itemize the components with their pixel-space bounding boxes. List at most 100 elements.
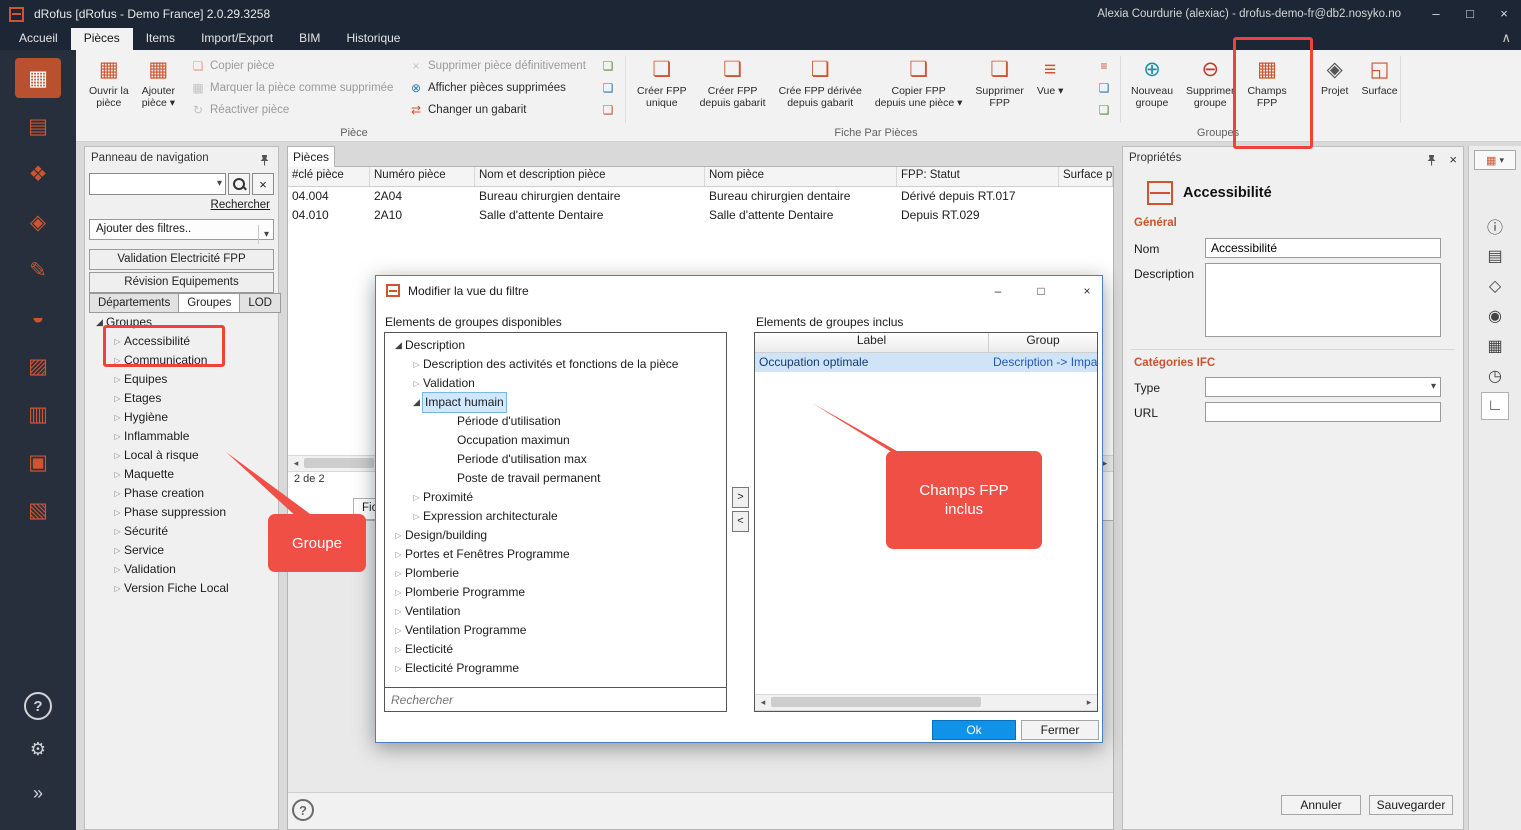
tree-expand-icon[interactable] (392, 545, 405, 564)
tree-expand-icon[interactable] (111, 560, 124, 579)
finance-module-icon[interactable]: ◒ (15, 298, 61, 338)
tab-pieces[interactable]: Pièces (287, 146, 335, 167)
included-row[interactable]: Occupation optimale Description -> Impa (755, 353, 1097, 372)
rooms-module-icon[interactable]: ▦ (15, 58, 61, 98)
fermer-button[interactable]: Fermer (1021, 720, 1099, 740)
reactivate-room-button[interactable]: ↻ Réactiver pièce (188, 100, 396, 120)
menu-tab-import-export[interactable]: Import/Export (188, 28, 286, 50)
maximize-button[interactable]: □ (1024, 276, 1058, 306)
dialog-tree-item[interactable]: Portes et Fenêtres Programme (386, 545, 725, 564)
delete-group-button[interactable]: ⊖ Supprimer groupe (1181, 53, 1239, 111)
image-icon[interactable]: ◉ (1481, 302, 1509, 330)
tree-expand-icon[interactable] (111, 389, 124, 408)
scroll-right-icon[interactable]: ▸ (1082, 696, 1096, 708)
search-link[interactable]: Rechercher (211, 199, 270, 211)
dialog-tree-item[interactable]: Design/building (386, 526, 725, 545)
tree-expand-icon[interactable] (410, 488, 423, 507)
column-header[interactable]: Surface pro (1059, 167, 1113, 186)
new-group-button[interactable]: ⊕ Nouveau groupe (1126, 53, 1178, 111)
measure-icon[interactable]: ∟ (1481, 392, 1509, 420)
scroll-left-icon[interactable]: ◂ (756, 696, 770, 708)
tree-expand-icon[interactable] (392, 526, 405, 545)
report-icon[interactable]: ▦ (1481, 332, 1509, 360)
tree-expand-icon[interactable] (410, 507, 423, 526)
documents-module-icon[interactable]: ▧ (15, 490, 61, 530)
add-filters-button[interactable]: Ajouter des filtres.. ▾ (89, 219, 274, 240)
packages-module-icon[interactable]: ▣ (15, 442, 61, 482)
tree-item[interactable]: Equipes (87, 370, 276, 389)
horizontal-scrollbar[interactable]: ◂ ▸ (755, 694, 1097, 711)
help-icon[interactable]: ? (292, 799, 314, 821)
dialog-tree-item[interactable]: Proximité (386, 488, 725, 507)
scrollbar-thumb[interactable] (771, 697, 981, 707)
dialog-tree-item[interactable]: Poste de travail permanent (386, 469, 725, 488)
surface-button[interactable]: ◱ Surface (1356, 53, 1402, 99)
tree-expand-icon[interactable] (410, 374, 423, 393)
search-input[interactable]: ▾ (89, 173, 226, 195)
tree-expand-icon[interactable] (111, 465, 124, 484)
attachments-module-icon[interactable]: ✎ (15, 250, 61, 290)
dialog-tree-item[interactable]: Validation (386, 374, 725, 393)
dialog-tree-item[interactable]: Plomberie Programme (386, 583, 725, 602)
change-template-button[interactable]: ⇄ Changer un gabarit (406, 100, 589, 120)
menu-tab-items[interactable]: Items (133, 28, 188, 50)
view-mode-button[interactable]: ▦ ▾ (1474, 150, 1516, 170)
type-select[interactable]: ▾ (1205, 377, 1441, 397)
tree-expand-icon[interactable] (392, 640, 405, 659)
tab-lod[interactable]: LOD (239, 293, 281, 313)
dialog-tree-item[interactable]: Expression architecturale (386, 507, 725, 526)
show-deleted-rooms-button[interactable]: ⊗ Afficher pièces supprimées (406, 78, 589, 98)
room-tool-3-button[interactable]: ❏ (598, 100, 618, 120)
maximize-button[interactable]: □ (1453, 0, 1487, 28)
minimize-button[interactable]: – (981, 276, 1015, 306)
buildings-module-icon[interactable]: ▥ (15, 394, 61, 434)
minimize-button[interactable]: – (1419, 0, 1453, 28)
tree-expand-icon[interactable] (111, 522, 124, 541)
room-tool-2-button[interactable]: ❏ (598, 78, 618, 98)
dialog-tree-item[interactable]: Ventilation (386, 602, 725, 621)
fpp-tool-3-button[interactable]: ❏ (1094, 100, 1114, 120)
pin-icon[interactable] (1426, 152, 1437, 174)
search-button[interactable] (228, 173, 250, 195)
history-icon[interactable]: ◷ (1481, 362, 1509, 390)
dialog-tree-item[interactable]: Ventilation Programme (386, 621, 725, 640)
fpp-tool-2-button[interactable]: ❏ (1094, 78, 1114, 98)
tree-expand-icon[interactable] (111, 484, 124, 503)
tree-expand-icon[interactable] (392, 659, 405, 678)
column-header[interactable]: Label (755, 333, 989, 352)
menu-tab-accueil[interactable]: Accueil (6, 28, 71, 50)
dialog-tree-item[interactable]: Occupation maximun (386, 431, 725, 450)
model-icon[interactable]: ◇ (1481, 272, 1509, 300)
dialog-tree-item[interactable]: Description (386, 336, 725, 355)
products-module-icon[interactable]: ❖ (15, 154, 61, 194)
column-header[interactable]: Group (989, 333, 1097, 352)
tree-expand-icon[interactable] (111, 503, 124, 522)
close-button[interactable]: × (1487, 0, 1521, 28)
logistics-module-icon[interactable]: ▨ (15, 346, 61, 386)
copy-fpp-button[interactable]: ❏ Copier FPP depuis une pièce ▾ (870, 53, 968, 111)
save-button[interactable]: Sauvegarder (1369, 795, 1453, 815)
cancel-button[interactable]: Annuler (1281, 795, 1361, 815)
tree-expand-icon[interactable] (392, 336, 405, 355)
dialog-tree-item[interactable]: Periode d'utilisation max (386, 450, 725, 469)
move-left-button[interactable]: < (732, 511, 749, 532)
url-field[interactable] (1205, 402, 1441, 422)
create-fpp-derived-button[interactable]: ❏ Crée FPP dérivée depuis gabarit (774, 53, 867, 111)
tree-expand-icon[interactable] (111, 541, 124, 560)
tree-expand-icon[interactable] (392, 621, 405, 640)
open-room-button[interactable]: ▦ Ouvrir la pièce (84, 53, 134, 111)
chevron-down-icon[interactable]: ▾ (217, 178, 222, 189)
room-tool-1-button[interactable]: ❏ (598, 56, 618, 76)
clear-search-button[interactable]: × (252, 173, 274, 195)
tab-groupes[interactable]: Groupes (178, 293, 240, 313)
column-header[interactable]: FPP: Statut (897, 167, 1059, 186)
tree-item[interactable]: Hygiène (87, 408, 276, 427)
systems-module-icon[interactable]: ◈ (15, 202, 61, 242)
project-button[interactable]: ◈ Projet (1316, 53, 1353, 99)
copy-room-button[interactable]: ❏ Copier pièce (188, 56, 396, 76)
table-row[interactable]: 04.010 2A10 Salle d'attente Dentaire Sal… (288, 206, 1113, 225)
add-room-button[interactable]: ▦ Ajouter pièce ▾ (137, 53, 180, 111)
tree-expand-icon[interactable] (410, 355, 423, 374)
tree-expand-icon[interactable] (111, 579, 124, 598)
create-fpp-template-button[interactable]: ❏ Créer FPP depuis gabarit (695, 53, 771, 111)
